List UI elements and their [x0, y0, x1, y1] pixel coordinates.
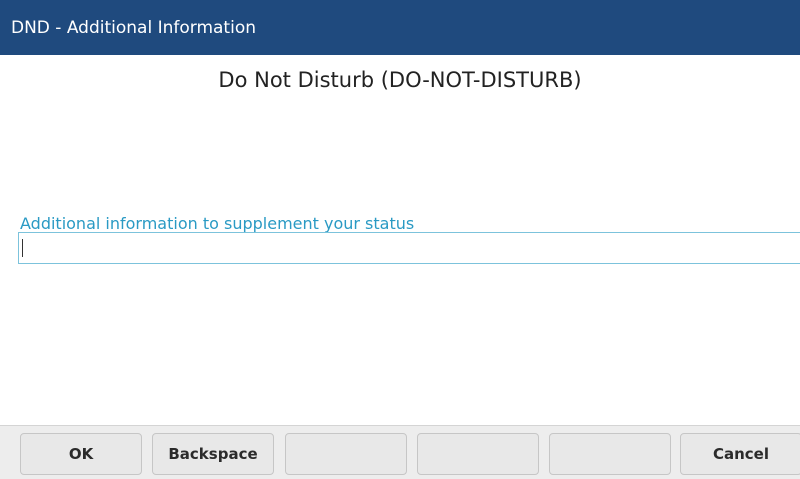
- text-caret: [22, 239, 23, 257]
- softkey-3[interactable]: [285, 433, 407, 475]
- window-title: DND - Additional Information: [11, 17, 256, 38]
- softkey-4[interactable]: [417, 433, 539, 475]
- softkey-bar: OK Backspace Cancel: [0, 425, 800, 479]
- status-heading: Do Not Disturb (DO-NOT-DISTURB): [218, 68, 582, 92]
- softkey-5[interactable]: [549, 433, 671, 475]
- ok-button[interactable]: OK: [20, 433, 142, 475]
- backspace-button[interactable]: Backspace: [152, 433, 274, 475]
- title-bar: DND - Additional Information: [0, 0, 800, 55]
- additional-info-input[interactable]: [18, 232, 800, 264]
- additional-info-label: Additional information to supplement you…: [20, 214, 415, 233]
- dnd-screen: DND - Additional Information Do Not Dist…: [0, 0, 800, 479]
- cancel-button[interactable]: Cancel: [680, 433, 800, 475]
